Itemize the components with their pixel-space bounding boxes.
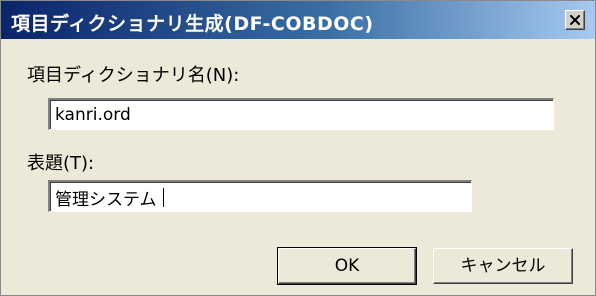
close-button[interactable] xyxy=(565,10,585,30)
dialog-window: 項目ディクショナリ生成(DF-COBDOC) 項目ディクショナリ名(N): 表題… xyxy=(0,0,596,296)
caption-label: 表題(T): xyxy=(27,153,95,174)
ok-button[interactable]: OK xyxy=(277,247,417,285)
caption-field[interactable] xyxy=(48,180,472,212)
text-caret xyxy=(163,188,164,207)
dialog-title: 項目ディクショナリ生成(DF-COBDOC) xyxy=(11,13,374,35)
dictionary-name-label: 項目ディクショナリ名(N): xyxy=(27,65,240,86)
dialog-titlebar[interactable]: 項目ディクショナリ生成(DF-COBDOC) xyxy=(1,1,595,39)
caption-input[interactable] xyxy=(53,185,472,209)
close-icon xyxy=(570,15,580,25)
dictionary-name-input[interactable] xyxy=(53,103,554,127)
dictionary-name-field[interactable] xyxy=(48,98,554,130)
cancel-button[interactable]: キャンセル xyxy=(433,248,573,284)
